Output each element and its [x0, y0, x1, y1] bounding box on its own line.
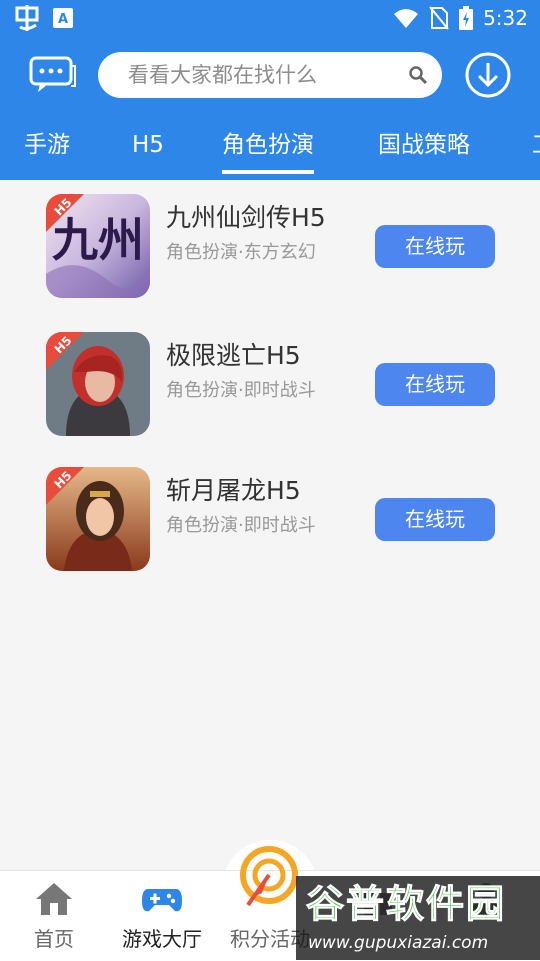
list-item[interactable]: H5 极限逃亡H5 角色扮演·即时战斗 在线玩	[0, 318, 540, 438]
game-list: 九州 H5 九州仙剑传H5 角色扮演·东方玄幻 在线玩 H5 极限逃亡H5 角色…	[0, 180, 540, 870]
watermark: 谷普软件园 www.gupuxiazai.com	[296, 876, 540, 960]
svg-text:A: A	[58, 12, 68, 27]
nav-game-hall-label: 游戏大厅	[122, 927, 202, 951]
status-bar: A 5:32	[0, 0, 540, 36]
search-placeholder: 看看大家都在找什么	[128, 63, 317, 87]
game-category: 角色扮演·即时战斗	[166, 515, 316, 536]
game-category: 角色扮演·东方玄幻	[166, 242, 316, 263]
game-title: 斩月屠龙H5	[166, 476, 301, 505]
game-icon-jixian: H5	[46, 332, 150, 436]
message-icon[interactable]	[28, 54, 78, 94]
play-online-button[interactable]: 在线玩	[375, 225, 495, 268]
gamepad-icon	[142, 889, 182, 912]
list-item[interactable]: 九州 H5 九州仙剑传H5 角色扮演·东方玄幻 在线玩	[0, 180, 540, 300]
play-online-button[interactable]: 在线玩	[375, 363, 495, 406]
no-sim-icon	[429, 6, 449, 30]
download-icon[interactable]	[464, 51, 512, 99]
play-online-button[interactable]: 在线玩	[375, 498, 495, 541]
game-title: 九州仙剑传H5	[166, 203, 326, 232]
game-category: 角色扮演·即时战斗	[166, 380, 316, 401]
tab-strategy[interactable]: 国战策略	[378, 130, 470, 160]
battery-icon	[459, 6, 474, 30]
tab-more[interactable]: 工	[532, 130, 540, 160]
app-notification-icon	[15, 5, 39, 31]
watermark-url: www.gupuxiazai.com	[308, 933, 489, 953]
tab-role-playing[interactable]: 角色扮演	[222, 130, 314, 174]
watermark-logo: 谷普软件园	[305, 882, 507, 927]
home-icon	[36, 883, 72, 915]
tab-shouyou[interactable]: 手游	[24, 130, 70, 160]
points-target-icon[interactable]	[236, 845, 302, 911]
header: 看看大家都在找什么	[0, 36, 540, 114]
tab-h5[interactable]: H5	[132, 130, 164, 160]
keyboard-notification-icon: A	[53, 8, 73, 28]
nav-home[interactable]: 首页	[0, 871, 108, 961]
search-icon[interactable]	[408, 65, 428, 85]
search-bar[interactable]: 看看大家都在找什么	[98, 52, 442, 98]
game-icon-jiuzhou: 九州 H5	[46, 194, 150, 298]
game-title: 极限逃亡H5	[166, 341, 301, 370]
nav-game-hall[interactable]: 游戏大厅	[108, 871, 216, 961]
list-item[interactable]: H5 斩月屠龙H5 角色扮演·即时战斗 在线玩	[0, 453, 540, 573]
status-time: 5:32	[483, 6, 528, 30]
game-icon-title: 九州	[52, 213, 144, 267]
wifi-icon	[394, 9, 419, 28]
nav-home-label: 首页	[34, 927, 74, 951]
game-icon-zhanyue: H5	[46, 467, 150, 571]
category-tabs: 手游 H5 角色扮演 国战策略 工	[0, 114, 540, 180]
